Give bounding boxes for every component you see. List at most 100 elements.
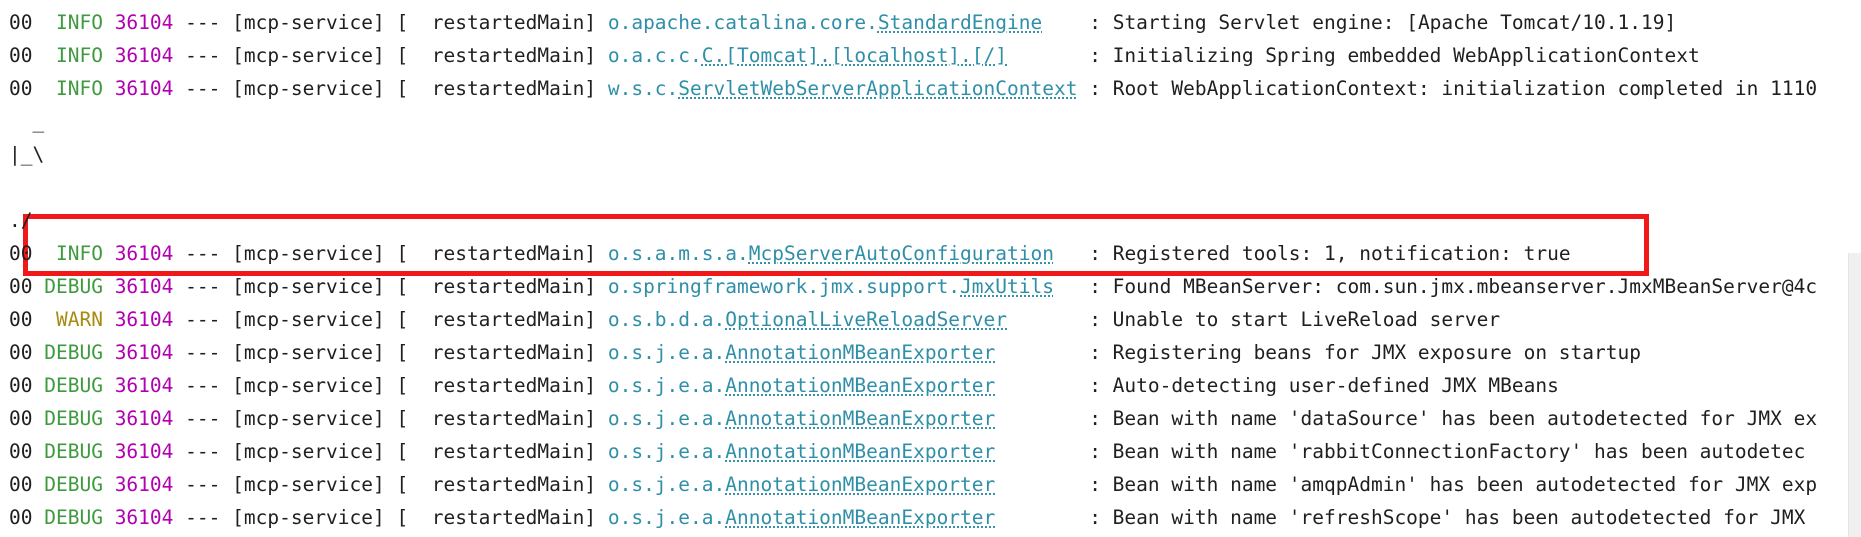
logger-class-link[interactable]: AnnotationMBeanExporter	[725, 374, 995, 397]
logger-package: o.s.j.e.a.	[607, 506, 726, 529]
log-line: 00 DEBUG 36104 --- [mcp-service] [ resta…	[9, 501, 1805, 534]
logger-class-link[interactable]: C.[Tomcat].[localhost].[/]	[702, 44, 1007, 67]
log-line: 00 DEBUG 36104 --- [mcp-service] [ resta…	[9, 336, 1641, 369]
log-level: INFO	[55, 44, 103, 67]
logger-class-link[interactable]: StandardEngine	[878, 11, 1042, 34]
log-prefix: 00	[9, 374, 33, 397]
log-separator: ---	[185, 506, 221, 529]
logger-package: o.s.j.e.a.	[607, 374, 726, 397]
log-prefix: 00	[9, 473, 33, 496]
vertical-scrollbar[interactable]	[1848, 253, 1861, 537]
log-pid: 36104	[114, 374, 174, 397]
log-message: : Bean with name 'amqpAdmin' has been au…	[1089, 473, 1818, 496]
log-app-name: [mcp-service]	[232, 11, 385, 34]
log-logger: o.a.c.c.C.[Tomcat].[localhost].[/]	[608, 44, 1007, 67]
logger-class-link[interactable]: AnnotationMBeanExporter	[725, 407, 995, 430]
log-app-name: [mcp-service]	[232, 341, 385, 364]
log-line: 00 INFO 36104 --- [mcp-service] [ restar…	[9, 237, 1571, 270]
log-pid: 36104	[114, 473, 174, 496]
log-line: 00 DEBUG 36104 --- [mcp-service] [ resta…	[9, 270, 1817, 303]
log-text: ./	[9, 209, 33, 232]
log-app-name: [mcp-service]	[232, 374, 385, 397]
log-separator: ---	[185, 308, 221, 331]
logger-class-link[interactable]: AnnotationMBeanExporter	[725, 440, 995, 463]
log-message: : Unable to start LiveReload server	[1089, 308, 1501, 331]
log-pid: 36104	[114, 11, 174, 34]
log-level: INFO	[55, 11, 103, 34]
log-prefix: 00	[9, 275, 33, 298]
log-app-name: [mcp-service]	[232, 440, 385, 463]
log-level: DEBUG	[44, 275, 103, 298]
log-thread: [ restartedMain]	[396, 275, 597, 298]
log-line: 00 INFO 36104 --- [mcp-service] [ restar…	[9, 6, 1676, 39]
log-prefix: 00	[9, 407, 33, 430]
log-separator: ---	[185, 242, 221, 265]
log-level: INFO	[55, 242, 103, 265]
log-prefix: 00	[9, 308, 33, 331]
log-separator: ---	[185, 407, 221, 430]
logger-package: o.s.j.e.a.	[607, 407, 726, 430]
log-prefix: 00	[9, 242, 33, 265]
logger-package: w.s.c.	[607, 77, 679, 100]
logger-class-link[interactable]: JmxUtils	[960, 275, 1054, 298]
log-text-line: ./	[9, 204, 32, 237]
log-app-name: [mcp-service]	[232, 242, 385, 265]
log-separator: ---	[185, 374, 221, 397]
console-output[interactable]: 00 INFO 36104 --- [mcp-service] [ restar…	[0, 0, 1861, 537]
logger-class-link[interactable]: OptionalLiveReloadServer	[725, 308, 1007, 331]
log-logger: o.springframework.jmx.support.JmxUtils	[608, 275, 1054, 298]
log-level: DEBUG	[44, 506, 103, 529]
log-line: 00 DEBUG 36104 --- [mcp-service] [ resta…	[9, 402, 1817, 435]
logger-class-link[interactable]: AnnotationMBeanExporter	[725, 473, 995, 496]
log-separator: ---	[185, 473, 221, 496]
log-pid: 36104	[114, 308, 174, 331]
log-pid: 36104	[114, 341, 174, 364]
log-prefix: 00	[9, 11, 33, 34]
log-pid: 36104	[114, 77, 174, 100]
logger-class-link[interactable]: AnnotationMBeanExporter	[725, 506, 995, 529]
log-message: : Bean with name 'refreshScope' has been…	[1089, 506, 1806, 529]
log-logger: o.s.j.e.a.AnnotationMBeanExporter	[608, 341, 995, 364]
log-thread: [ restartedMain]	[396, 44, 597, 67]
log-level: DEBUG	[44, 374, 103, 397]
logger-class-link[interactable]: AnnotationMBeanExporter	[725, 341, 995, 364]
log-text-line: |_\	[9, 138, 44, 171]
logger-package: o.apache.catalina.core.	[607, 11, 878, 34]
log-thread: [ restartedMain]	[396, 440, 597, 463]
logger-class-link[interactable]: McpServerAutoConfiguration	[749, 242, 1054, 265]
log-app-name: [mcp-service]	[232, 506, 385, 529]
log-pid: 36104	[114, 407, 174, 430]
log-prefix: 00	[9, 506, 33, 529]
log-text: _	[9, 110, 45, 133]
logger-class-link[interactable]: ServletWebServerApplicationContext	[678, 77, 1077, 100]
log-logger: o.s.j.e.a.AnnotationMBeanExporter	[608, 374, 995, 397]
log-pid: 36104	[114, 506, 174, 529]
log-pid: 36104	[114, 275, 174, 298]
log-separator: ---	[185, 341, 221, 364]
logger-package: o.s.a.m.s.a.	[607, 242, 749, 265]
log-logger: o.s.j.e.a.AnnotationMBeanExporter	[608, 506, 995, 529]
log-prefix: 00	[9, 341, 33, 364]
logger-package: o.s.j.e.a.	[607, 473, 726, 496]
log-level: DEBUG	[44, 440, 103, 463]
log-separator: ---	[185, 440, 221, 463]
logger-package: o.s.j.e.a.	[607, 440, 726, 463]
log-prefix: 00	[9, 44, 33, 67]
log-thread: [ restartedMain]	[396, 11, 597, 34]
log-pid: 36104	[114, 440, 174, 463]
log-text-line: _	[9, 105, 44, 138]
log-message: : Root WebApplicationContext: initializa…	[1089, 77, 1818, 100]
log-logger: o.s.b.d.a.OptionalLiveReloadServer	[608, 308, 1007, 331]
log-message: : Registering beans for JMX exposure on …	[1089, 341, 1641, 364]
log-level: DEBUG	[44, 473, 103, 496]
log-message: : Bean with name 'rabbitConnectionFactor…	[1089, 440, 1806, 463]
log-message: : Starting Servlet engine: [Apache Tomca…	[1089, 11, 1677, 34]
logger-package: o.s.b.d.a.	[607, 308, 726, 331]
log-message: : Registered tools: 1, notification: tru…	[1089, 242, 1571, 265]
log-prefix: 00	[9, 77, 33, 100]
log-line: 00 WARN 36104 --- [mcp-service] [ restar…	[9, 303, 1500, 336]
log-line: 00 DEBUG 36104 --- [mcp-service] [ resta…	[9, 435, 1805, 468]
log-logger: o.s.j.e.a.AnnotationMBeanExporter	[608, 473, 995, 496]
log-app-name: [mcp-service]	[232, 77, 385, 100]
log-thread: [ restartedMain]	[396, 242, 597, 265]
